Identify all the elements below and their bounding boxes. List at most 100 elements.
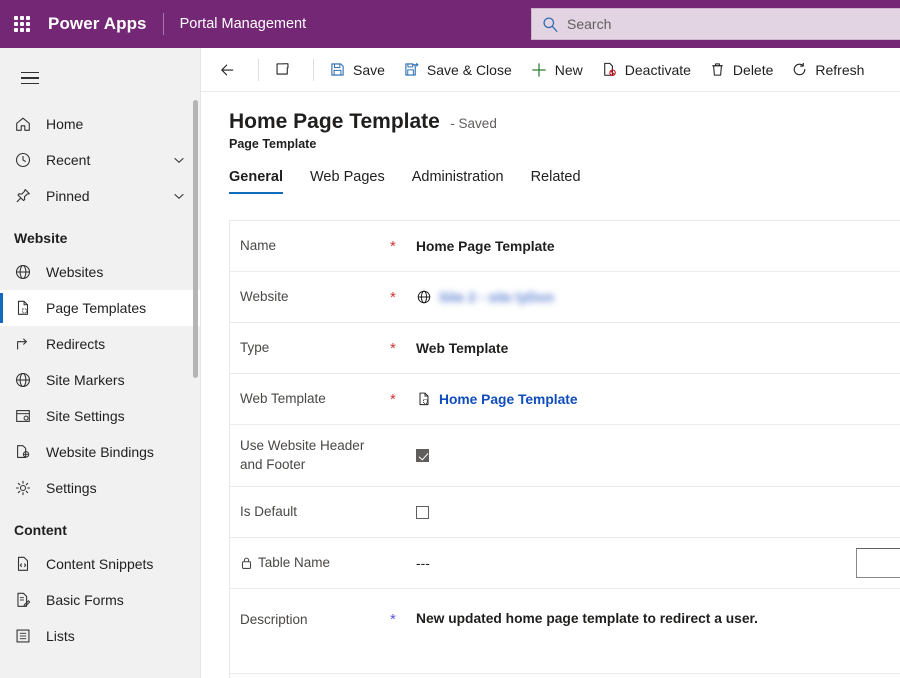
tab-web-pages[interactable]: Web Pages (310, 169, 398, 194)
page-template-icon (416, 391, 432, 407)
popout-icon (274, 61, 291, 78)
page-template-icon (14, 299, 36, 317)
search-input[interactable] (567, 10, 897, 38)
tab-general[interactable]: General (229, 169, 296, 194)
sidebar-group-content-title: Content (14, 522, 67, 538)
field-value-web-template-text: Home Page Template (439, 391, 578, 407)
checkbox-is-default[interactable] (416, 505, 429, 519)
field-value-web-template[interactable]: Home Page Template (416, 391, 578, 407)
sidebar-group-website-title: Website (14, 230, 68, 246)
save-button[interactable]: Save (320, 52, 394, 88)
header-divider (162, 13, 164, 35)
sidebar-item-label: Pinned (46, 188, 90, 204)
back-button[interactable] (209, 52, 252, 88)
field-label-table-name: Table Name (240, 554, 390, 572)
form-row-use-website-header-and-footer: Use Website Header and Footer (230, 425, 900, 487)
clock-icon (14, 151, 36, 169)
form-row-description: Description * New updated home page temp… (230, 589, 900, 674)
sidebar-item-pinned[interactable]: Pinned (0, 178, 200, 214)
field-value-website[interactable]: Site 2 - site lyDon (416, 289, 554, 305)
field-label-web-template: Web Template (240, 390, 326, 406)
tab-related[interactable]: Related (531, 169, 594, 194)
sidebar-item-content-snippets[interactable]: Content Snippets (0, 546, 200, 582)
search-icon (542, 16, 559, 33)
website-bindings-icon (14, 443, 36, 461)
brand-title[interactable]: Power Apps (48, 14, 147, 34)
sidebar-item-page-templates[interactable]: Page Templates (0, 290, 200, 326)
table-name-side-input[interactable] (856, 548, 900, 578)
command-divider (313, 58, 314, 81)
sidebar-item-lists[interactable]: Lists (0, 618, 200, 654)
page-title: Home Page Template (229, 110, 440, 133)
popout-button[interactable] (265, 52, 307, 88)
field-value-table-name: --- (416, 555, 430, 571)
field-value-description[interactable]: New updated home page template to redire… (416, 611, 758, 626)
plus-icon (530, 61, 548, 79)
sidebar-item-label: Page Templates (46, 300, 147, 316)
save-icon (329, 61, 346, 78)
required-indicator: * (390, 390, 396, 408)
app-name-label[interactable]: Portal Management (180, 16, 307, 32)
sidebar-scrollbar-thumb[interactable] (193, 100, 198, 378)
sidebar-item-label: Redirects (46, 336, 106, 352)
new-button-label: New (554, 61, 583, 78)
field-value-type[interactable]: Web Template (416, 341, 508, 356)
chevron-down-icon[interactable] (172, 153, 186, 167)
sidebar-item-home[interactable]: Home (0, 106, 200, 142)
sidebar-item-recent[interactable]: Recent (0, 142, 200, 178)
sidebar-item-label: Recent (46, 152, 91, 168)
refresh-icon (791, 61, 808, 78)
sidebar-item-website-bindings[interactable]: Website Bindings (0, 434, 200, 470)
main-content-area: Save Save & Close New Deactivate Delete … (200, 48, 900, 678)
hamburger-icon[interactable] (10, 58, 50, 98)
tab-administration[interactable]: Administration (412, 169, 517, 194)
sidebar-item-redirects[interactable]: Redirects (0, 326, 200, 362)
sidebar-item-label: Basic Forms (46, 592, 124, 608)
save-button-label: Save (353, 61, 385, 78)
sidebar-item-label: Lists (46, 628, 75, 644)
sidebar-item-site-markers[interactable]: Site Markers (0, 362, 200, 398)
form-row-is-default: Is Default (230, 487, 900, 538)
checkbox-use-website-header-and-footer[interactable] (416, 449, 429, 462)
required-indicator: * (390, 611, 396, 628)
globe-icon (14, 263, 36, 281)
sidebar-item-label: Site Settings (46, 408, 125, 424)
back-arrow-icon (218, 61, 236, 79)
sidebar-item-settings[interactable]: Settings (0, 470, 200, 506)
sidebar-item-label: Home (46, 116, 84, 132)
field-label-table-name-text: Table Name (258, 554, 331, 570)
field-label-use-website-header-and-footer: Use Website Header and Footer (240, 438, 365, 472)
command-divider (258, 58, 259, 81)
delete-button[interactable]: Delete (700, 52, 782, 88)
sidebar-primary-list: Home Recent Pinned Website Websites Page… (0, 102, 200, 654)
sidebar-item-site-settings[interactable]: Site Settings (0, 398, 200, 434)
field-label-is-default: Is Default (240, 503, 298, 519)
chevron-down-icon[interactable] (172, 189, 186, 203)
deactivate-button[interactable]: Deactivate (592, 52, 700, 88)
deactivate-button-label: Deactivate (624, 61, 691, 78)
new-button[interactable]: New (521, 52, 592, 88)
sidebar-item-websites[interactable]: Websites (0, 254, 200, 290)
gear-icon (14, 479, 36, 497)
globe-icon (14, 371, 36, 389)
form-edit-icon (14, 591, 36, 609)
app-root: Power Apps Portal Management Search Home… (0, 0, 900, 678)
redirect-arrow-icon (14, 335, 36, 353)
field-value-use-website-header-and-footer (416, 449, 429, 462)
waffle-grid-icon[interactable] (14, 16, 30, 32)
refresh-button[interactable]: Refresh (782, 52, 873, 88)
globe-icon (416, 289, 432, 305)
global-search-box[interactable] (531, 8, 900, 40)
general-form: Name * Home Page Template Website * Site (229, 220, 900, 678)
field-label-description: Description (240, 612, 308, 627)
form-row-website: Website * Site 2 - site lyDon (230, 272, 900, 323)
save-and-close-icon (403, 61, 420, 78)
form-row-web-template: Web Template * Home Page Template (230, 374, 900, 425)
save-and-close-button[interactable]: Save & Close (394, 52, 521, 88)
required-indicator: * (390, 237, 396, 255)
field-value-name[interactable]: Home Page Template (416, 239, 555, 254)
sidebar-item-label: Site Markers (46, 372, 125, 388)
sidebar-item-basic-forms[interactable]: Basic Forms (0, 582, 200, 618)
delete-button-label: Delete (732, 61, 774, 78)
sidebar-item-label: Content Snippets (46, 556, 154, 572)
